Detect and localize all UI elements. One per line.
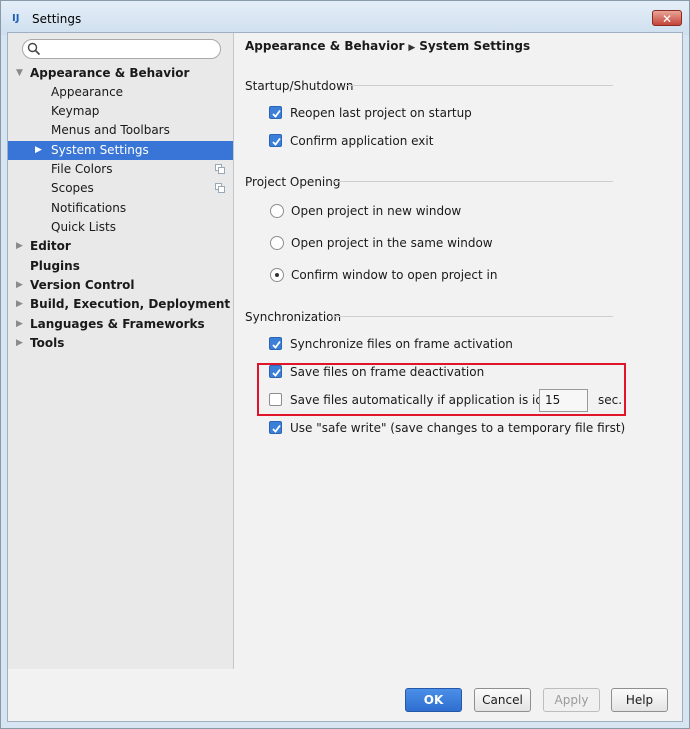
project-level-icon (215, 183, 225, 193)
project-opening-group-title: Project Opening (245, 175, 341, 189)
radio-selected-icon (270, 268, 284, 282)
sync-group-title: Synchronization (245, 310, 342, 324)
breadcrumb-current: System Settings (419, 39, 531, 53)
apply-button[interactable]: Apply (543, 688, 600, 712)
group-divider (346, 85, 613, 86)
tree-item-appearance-behavior[interactable]: ▼ Appearance & Behavior (8, 64, 233, 83)
radio-label: Open project in the same window (291, 236, 493, 250)
tree-item-build-execution-deployment[interactable]: ▶ Build, Execution, Deployment (8, 295, 233, 314)
breadcrumb: Appearance & Behavior ▶ System Settings (245, 39, 530, 53)
tree-item-label: Notifications (51, 201, 127, 215)
collapsed-arrow-icon: ▶ (16, 280, 23, 290)
checkbox-checked-icon (269, 134, 282, 147)
close-button[interactable]: ✕ (652, 10, 682, 26)
collapsed-arrow-icon: ▶ (16, 299, 23, 309)
checkbox-checked-icon (269, 106, 282, 119)
help-button[interactable]: Help (611, 688, 668, 712)
window-title: Settings (32, 12, 82, 26)
radio-unselected-icon (270, 204, 284, 218)
checkbox-label: Synchronize files on frame activation (290, 337, 513, 351)
tree-item-appearance[interactable]: Appearance (8, 83, 233, 102)
tree-item-file-colors[interactable]: File Colors (8, 160, 233, 179)
tree-item-label: Keymap (51, 104, 100, 118)
breadcrumb-separator-icon: ▶ (408, 43, 416, 53)
cancel-button[interactable]: Cancel (474, 688, 531, 712)
tree-item-label: System Settings (51, 143, 149, 157)
idle-seconds-input[interactable]: 15 (539, 389, 588, 412)
group-divider (332, 316, 613, 317)
ok-button[interactable]: OK (405, 688, 462, 712)
tree-item-label: Appearance & Behavior (30, 66, 190, 80)
tree-item-plugins[interactable]: Plugins (8, 257, 233, 276)
tree-item-label: Tools (30, 336, 65, 350)
checkbox-checked-icon (269, 337, 282, 350)
tree-item-version-control[interactable]: ▶ Version Control (8, 276, 233, 295)
tree-item-label: Quick Lists (51, 220, 116, 234)
tree-item-label: Scopes (51, 181, 94, 195)
intellij-app-icon: IJ (12, 13, 20, 24)
search-input[interactable] (22, 39, 221, 59)
radio-label: Open project in new window (291, 204, 462, 218)
collapsed-arrow-icon: ▶ (16, 241, 23, 251)
collapsed-arrow-icon: ▶ (35, 145, 42, 155)
checkbox-label: Save files automatically if application … (290, 393, 574, 407)
tree-item-scopes[interactable]: Scopes (8, 179, 233, 198)
tree-item-languages-frameworks[interactable]: ▶ Languages & Frameworks (8, 315, 233, 334)
tree-item-quick-lists[interactable]: Quick Lists (8, 218, 233, 237)
idle-seconds-unit: sec. (598, 393, 623, 407)
tree-item-label: File Colors (51, 162, 113, 176)
breadcrumb-parent: Appearance & Behavior (245, 39, 405, 53)
tree-item-label: Menus and Toolbars (51, 123, 170, 137)
tree-item-label: Editor (30, 239, 71, 253)
tree-item-label: Build, Execution, Deployment (30, 297, 231, 311)
search-icon (27, 42, 41, 56)
tree-item-menus-toolbars[interactable]: Menus and Toolbars (8, 121, 233, 140)
settings-tree: ▼ Appearance & Behavior Appearance Keyma… (8, 33, 234, 669)
project-level-icon (215, 164, 225, 174)
group-divider (334, 181, 613, 182)
tree-item-label: Plugins (30, 259, 80, 273)
tree-item-notifications[interactable]: Notifications (8, 199, 233, 218)
tree-item-keymap[interactable]: Keymap (8, 102, 233, 121)
collapsed-arrow-icon: ▶ (16, 319, 23, 329)
tree-item-label: Version Control (30, 278, 135, 292)
expanded-arrow-icon: ▼ (16, 68, 23, 78)
checkbox-label: Reopen last project on startup (290, 106, 472, 120)
checkbox-label: Use "safe write" (save changes to a temp… (290, 421, 626, 435)
tree-item-tools[interactable]: ▶ Tools (8, 334, 233, 353)
tree-item-label: Appearance (51, 85, 124, 99)
checkbox-checked-icon (269, 365, 282, 378)
checkbox-label: Confirm application exit (290, 134, 434, 148)
title-bar: IJ Settings ✕ (1, 1, 689, 35)
checkbox-label: Save files on frame deactivation (290, 365, 485, 379)
checkbox-checked-icon (269, 421, 282, 434)
tree-item-label: Languages & Frameworks (30, 317, 205, 331)
checkbox-unchecked-icon (269, 393, 282, 406)
collapsed-arrow-icon: ▶ (16, 338, 23, 348)
startup-group-title: Startup/Shutdown (245, 79, 354, 93)
tree-item-editor[interactable]: ▶ Editor (8, 237, 233, 256)
radio-unselected-icon (270, 236, 284, 250)
radio-label: Confirm window to open project in (291, 268, 498, 282)
tree-item-system-settings[interactable]: ▶ System Settings (8, 141, 233, 160)
